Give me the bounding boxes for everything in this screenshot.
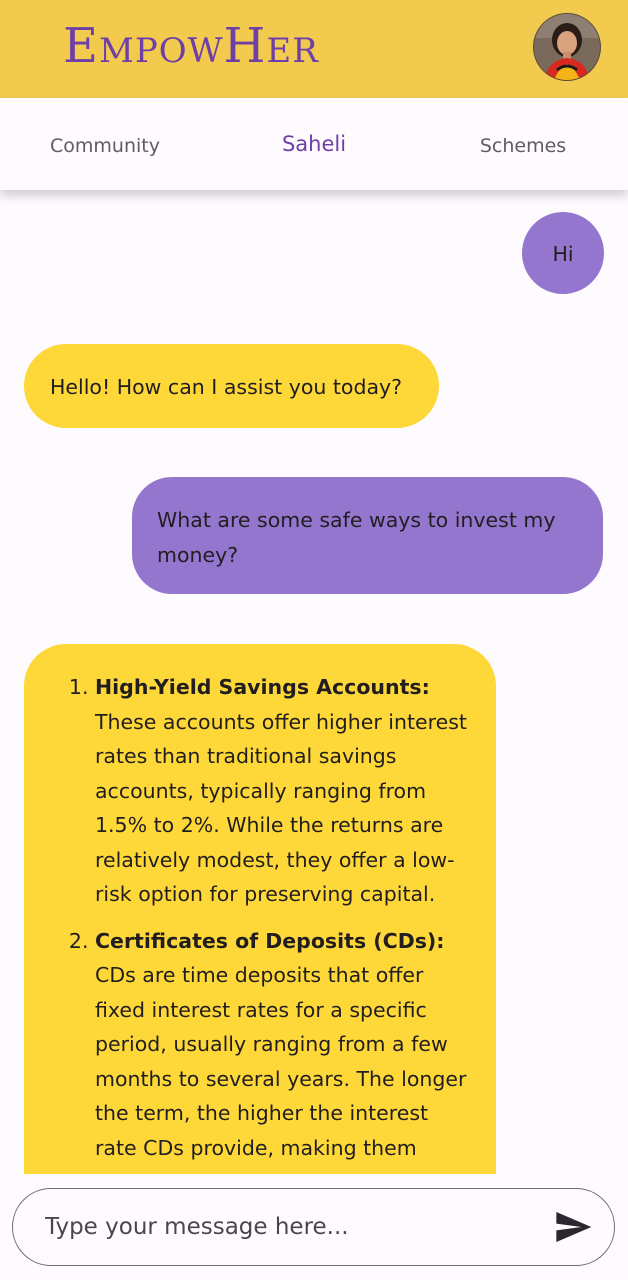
user-avatar-icon	[534, 14, 600, 80]
user-message-bubble: Hi	[522, 212, 604, 294]
app-screen: EmpowHer Community Saheli Schemes Hi Hel…	[0, 0, 628, 1280]
list-item-body: These accounts offer higher interest rat…	[95, 709, 467, 907]
tab-saheli[interactable]: Saheli	[282, 98, 346, 190]
send-icon	[556, 1212, 592, 1242]
send-button[interactable]	[553, 1207, 593, 1247]
message-input[interactable]	[45, 1189, 535, 1265]
bot-message-bubble: Hello! How can I assist you today?	[24, 344, 439, 428]
app-logo-title: EmpowHer	[63, 18, 319, 74]
message-composer	[12, 1188, 615, 1266]
investment-options-list: High-Yield Savings Accounts: These accou…	[24, 670, 472, 1165]
profile-avatar[interactable]	[533, 13, 601, 81]
chat-messages[interactable]: Hi Hello! How can I assist you today? Wh…	[0, 190, 628, 1174]
list-item: High-Yield Savings Accounts: These accou…	[95, 670, 472, 912]
list-item-body: CDs are time deposits that offer fixed i…	[95, 963, 467, 1160]
tab-community[interactable]: Community	[50, 98, 160, 190]
bot-message-bubble: High-Yield Savings Accounts: These accou…	[24, 644, 496, 1174]
tab-bar: Community Saheli Schemes	[0, 98, 628, 190]
list-item: Certificates of Deposits (CDs): CDs are …	[95, 924, 472, 1166]
top-app-bar: EmpowHer	[0, 0, 628, 98]
list-item-title: High-Yield Savings Accounts:	[95, 675, 430, 699]
tab-schemes[interactable]: Schemes	[480, 98, 566, 190]
list-item-title: Certificates of Deposits (CDs):	[95, 928, 445, 953]
user-message-bubble: What are some safe ways to invest my mon…	[132, 477, 603, 594]
